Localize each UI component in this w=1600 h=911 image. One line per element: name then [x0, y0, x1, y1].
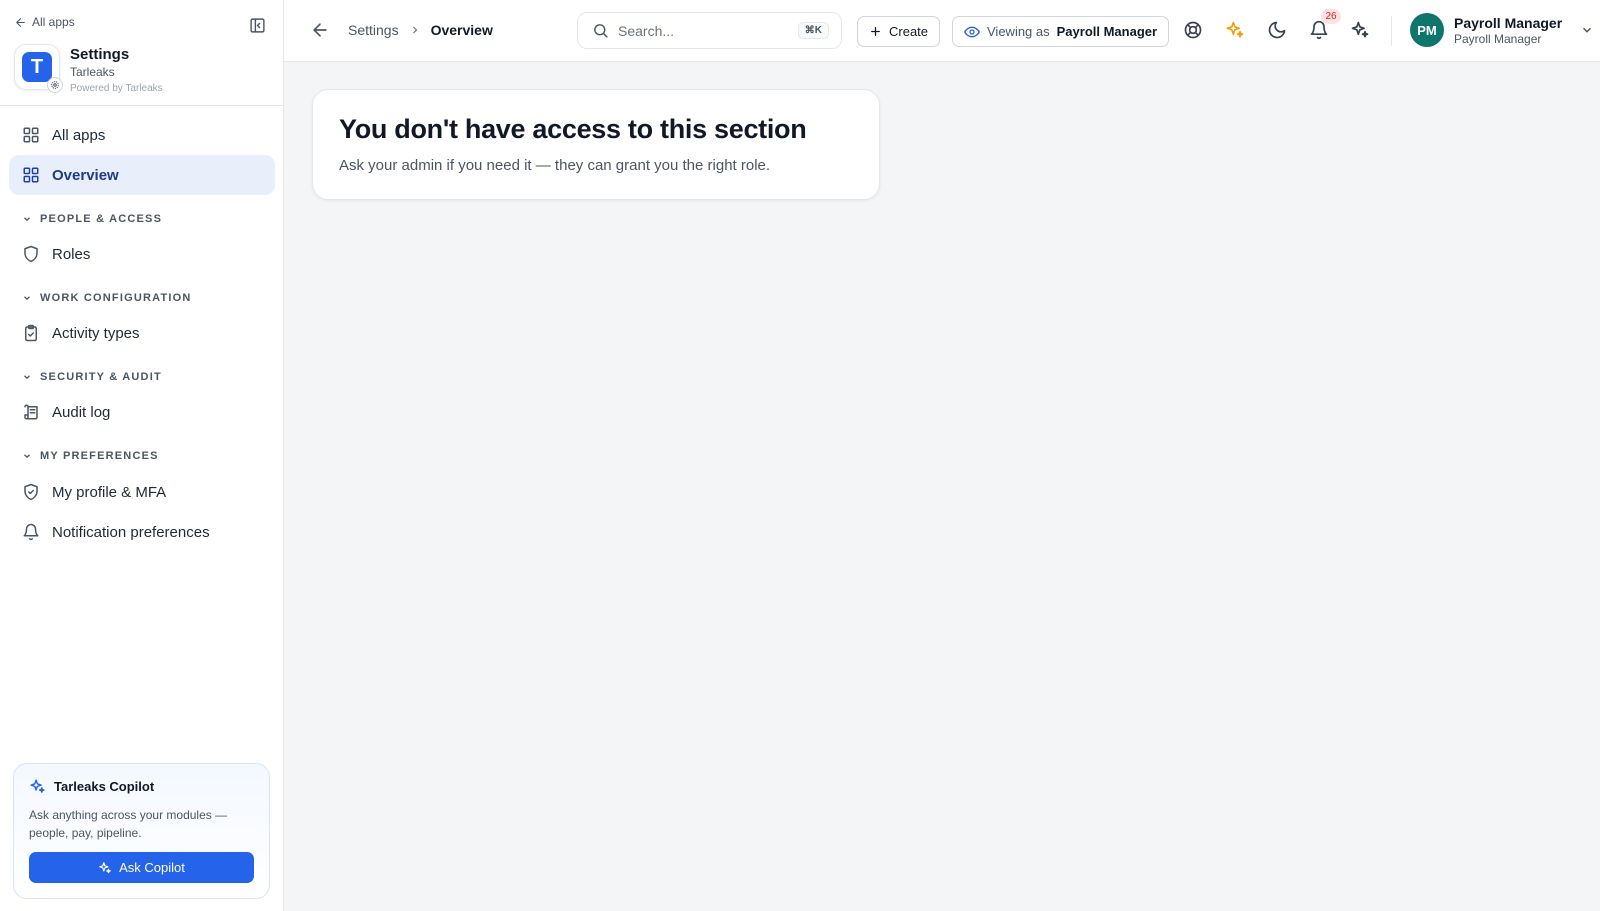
- copilot-title: Tarleaks Copilot: [54, 779, 155, 794]
- sidebar-item-audit-log[interactable]: Audit log: [9, 392, 275, 432]
- bell-icon: [23, 523, 39, 541]
- section-title: SECURITY & AUDIT: [40, 371, 162, 383]
- app-brand: T Settings Tarleaks Powered by Tarleaks: [14, 44, 163, 94]
- breadcrumb-settings[interactable]: Settings: [348, 22, 399, 38]
- section-people-access[interactable]: PEOPLE & ACCESS: [22, 213, 162, 225]
- sidebar-item-label: Notification preferences: [52, 523, 210, 541]
- search-shortcut: ⌘K: [797, 22, 829, 39]
- theme-toggle-button[interactable]: [1267, 20, 1289, 42]
- sidebar: All apps T Settings Tarleaks Powered by …: [0, 0, 284, 911]
- ask-copilot-button[interactable]: Ask Copilot: [29, 852, 254, 883]
- shield-icon: [24, 245, 38, 263]
- section-my-preferences[interactable]: MY PREFERENCES: [22, 450, 159, 462]
- grid-icon: [23, 167, 39, 183]
- all-apps-back-link[interactable]: All apps: [14, 15, 75, 29]
- sidebar-collapse-icon: [249, 17, 265, 33]
- sidebar-item-label: Activity types: [52, 324, 140, 342]
- sparkles-icon: [30, 779, 45, 793]
- gear-badge-icon: [47, 77, 63, 93]
- avatar: PM: [1410, 13, 1444, 47]
- sidebar-item-label: My profile & MFA: [52, 483, 167, 501]
- shield-check-icon: [24, 483, 38, 501]
- create-label: Create: [889, 24, 929, 39]
- sidebar-item-my-profile-mfa[interactable]: My profile & MFA: [9, 472, 275, 512]
- lifebuoy-icon: [1184, 21, 1202, 39]
- moon-icon: [1268, 21, 1286, 39]
- sidebar-item-label: Overview: [52, 166, 119, 184]
- scroll-icon: [24, 404, 38, 420]
- notification-count-badge: 26: [1321, 9, 1341, 24]
- copilot-card: Tarleaks Copilot Ask anything across you…: [13, 763, 270, 899]
- topbar: Settings Overview Search... ⌘K Create Vi…: [284, 0, 1600, 62]
- clipboard-check-icon: [25, 324, 37, 342]
- section-title: MY PREFERENCES: [40, 450, 159, 462]
- breadcrumb: Settings Overview: [348, 22, 493, 38]
- sidebar-item-activity-types[interactable]: Activity types: [9, 313, 275, 353]
- page-title: You don't have access to this section: [339, 114, 807, 144]
- chevron-down-icon: [24, 217, 30, 222]
- chevron-down-icon: [24, 375, 30, 380]
- whats-new-button[interactable]: [1225, 20, 1247, 42]
- sidebar-item-notification-preferences[interactable]: Notification preferences: [9, 512, 275, 552]
- plus-icon: [871, 27, 880, 36]
- sidebar-divider: [0, 105, 284, 106]
- section-title: WORK CONFIGURATION: [40, 292, 192, 304]
- user-name: Payroll Manager: [1454, 14, 1563, 31]
- section-title: PEOPLE & ACCESS: [40, 213, 163, 225]
- viewing-as-role: Payroll Manager: [1056, 24, 1158, 39]
- chevron-down-icon: [1583, 27, 1592, 33]
- sparkles-icon: [99, 861, 111, 873]
- back-button[interactable]: [310, 20, 332, 42]
- chevron-down-icon: [24, 454, 30, 459]
- sidebar-item-label: Roles: [52, 245, 91, 263]
- ai-assistant-button[interactable]: [1350, 20, 1372, 42]
- notifications-button[interactable]: 26: [1309, 9, 1341, 42]
- sparkles-icon: [1351, 21, 1369, 38]
- sidebar-item-all-apps[interactable]: All apps: [9, 115, 275, 155]
- arrow-left-icon: [313, 23, 327, 37]
- breadcrumb-current: Overview: [430, 22, 493, 38]
- section-security-audit[interactable]: SECURITY & AUDIT: [22, 371, 162, 383]
- arrow-left-icon: [16, 17, 25, 27]
- app-logo: T: [14, 44, 63, 93]
- no-access-card: You don't have access to this section As…: [312, 89, 880, 200]
- copilot-description: Ask anything across your modules — peopl…: [29, 808, 228, 840]
- ask-copilot-label: Ask Copilot: [119, 860, 185, 875]
- app-logo-letter: T: [22, 52, 52, 82]
- sidebar-item-label: All apps: [52, 126, 106, 144]
- sparkles-icon: [1226, 21, 1244, 38]
- viewing-as-label: Viewing as: [987, 24, 1050, 39]
- topbar-divider: [1391, 16, 1392, 46]
- search-icon: [594, 24, 608, 38]
- collapse-sidebar-button[interactable]: [246, 14, 268, 36]
- chevron-down-icon: [24, 296, 30, 301]
- back-link-label: All apps: [32, 15, 75, 29]
- search-placeholder: Search...: [618, 22, 675, 39]
- powered-by: Powered by Tarleaks: [70, 83, 163, 94]
- app-title: Settings: [70, 46, 130, 63]
- grid-icon: [23, 127, 39, 143]
- org-name: Tarleaks: [70, 65, 115, 79]
- sidebar-item-roles[interactable]: Roles: [9, 234, 275, 274]
- eye-icon: [964, 26, 980, 37]
- page-description: Ask your admin if you need it — they can…: [339, 157, 771, 174]
- viewing-as-button[interactable]: Viewing as Payroll Manager: [952, 16, 1170, 47]
- section-work-configuration[interactable]: WORK CONFIGURATION: [22, 292, 192, 304]
- sidebar-item-overview[interactable]: Overview: [9, 155, 275, 195]
- search-input[interactable]: Search... ⌘K: [577, 12, 842, 49]
- sidebar-item-label: Audit log: [52, 403, 111, 421]
- help-button[interactable]: [1183, 20, 1205, 42]
- chevron-right-icon: [412, 26, 417, 34]
- user-role: Payroll Manager: [1454, 31, 1542, 46]
- create-button[interactable]: Create: [857, 16, 941, 47]
- user-menu[interactable]: PM Payroll Manager Payroll Manager: [1410, 13, 1594, 47]
